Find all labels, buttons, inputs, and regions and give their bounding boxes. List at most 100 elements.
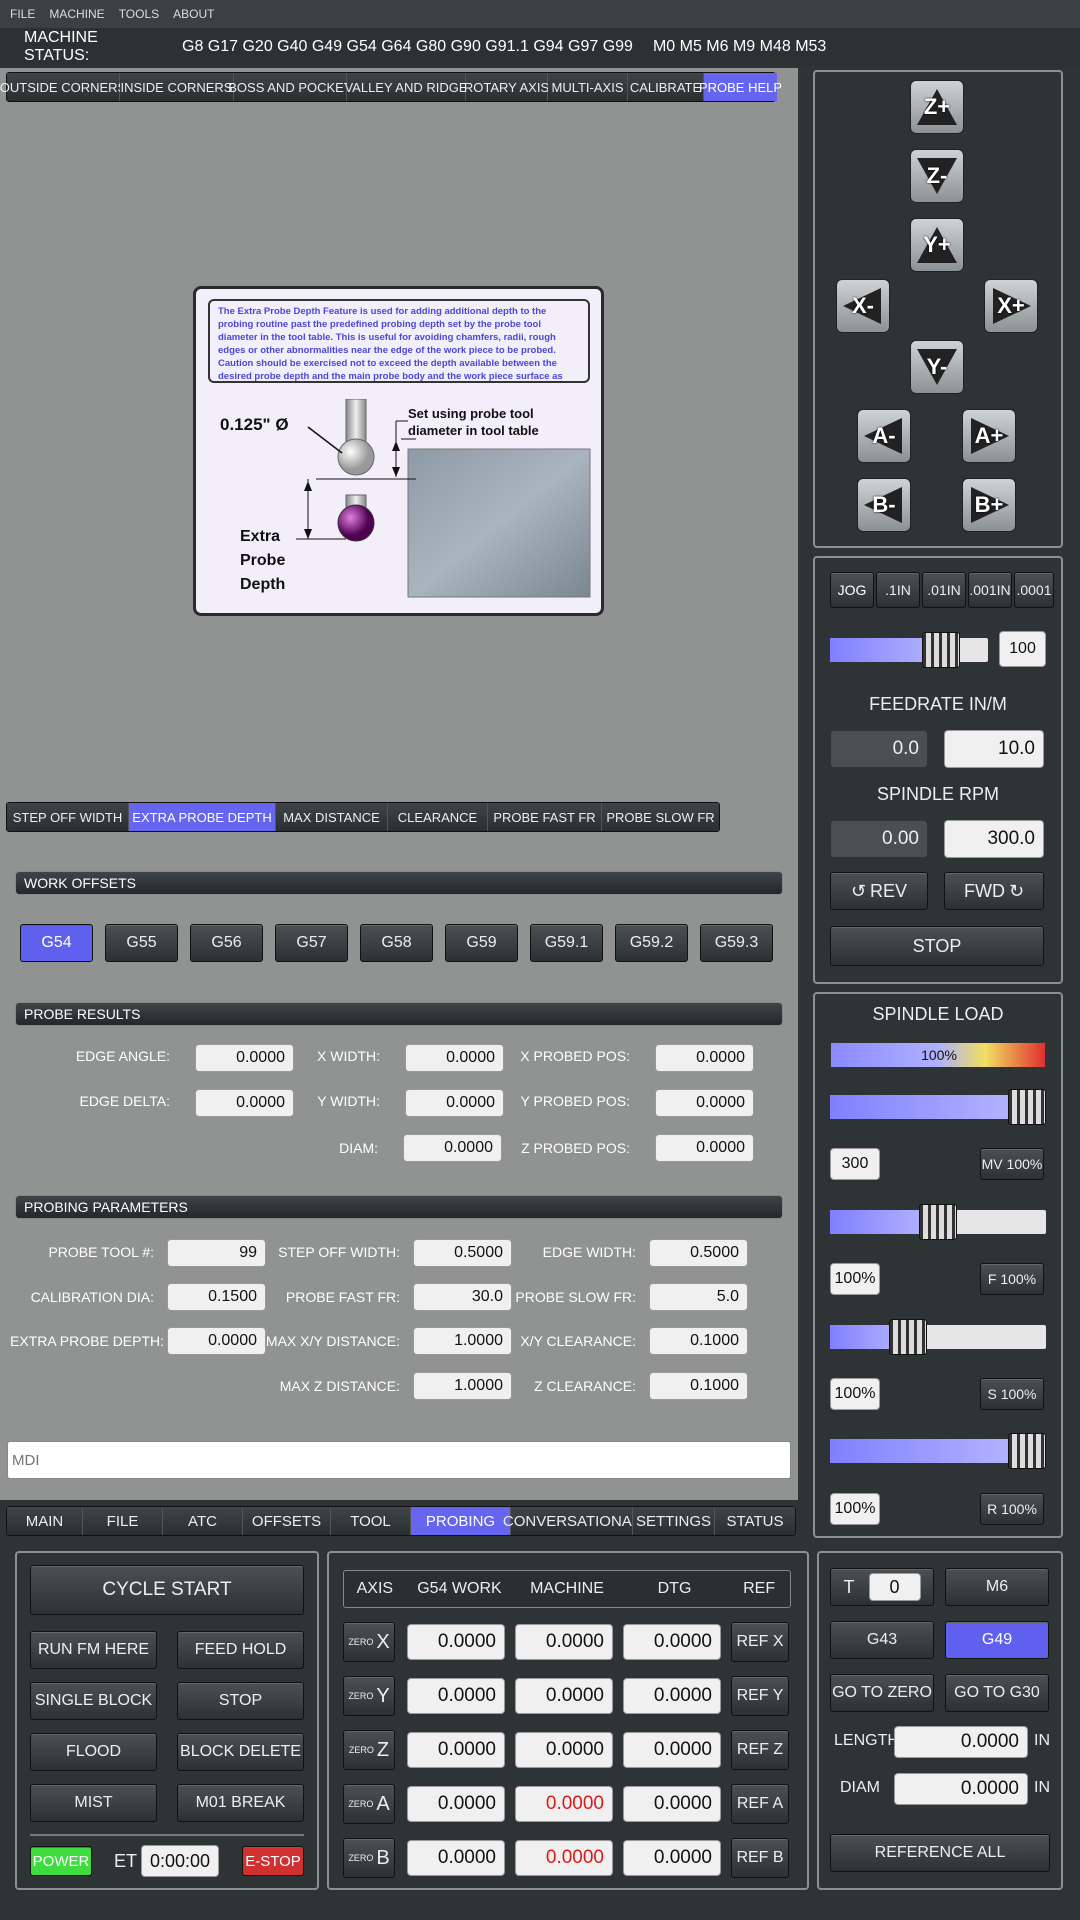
max-z-distance-input[interactable]: 1.0000: [413, 1372, 512, 1400]
zero-x-button[interactable]: ZERO X: [343, 1622, 395, 1662]
feed-override-reset-button[interactable]: F 100%: [980, 1263, 1044, 1295]
mv-override-reset-button[interactable]: MV 100%: [980, 1148, 1044, 1180]
spindle-fwd-button[interactable]: FWD ↻: [944, 872, 1044, 910]
z-work-position[interactable]: 0.0000: [407, 1732, 505, 1768]
jog-b-minus-button[interactable]: B-: [857, 478, 911, 532]
zero-b-button[interactable]: ZERO B: [343, 1838, 395, 1878]
tab-offsets[interactable]: OFFSETS: [243, 1507, 331, 1535]
jog-b-plus-button[interactable]: B+: [962, 478, 1016, 532]
mist-button[interactable]: MIST: [30, 1784, 157, 1822]
tab-probing[interactable]: PROBING: [411, 1507, 511, 1535]
mdi-input[interactable]: [7, 1441, 791, 1479]
tab-valley-and-ridge[interactable]: VALLEY AND RIDGE: [344, 73, 468, 101]
tab-atc[interactable]: ATC: [163, 1507, 243, 1535]
cycle-stop-button[interactable]: STOP: [177, 1682, 304, 1720]
jog-step-0001-button[interactable]: .001IN: [968, 572, 1012, 608]
subtab-step-off-width[interactable]: STEP OFF WIDTH: [7, 803, 129, 831]
tab-file[interactable]: FILE: [83, 1507, 163, 1535]
mv-override-slider[interactable]: [830, 1089, 1046, 1125]
menu-file[interactable]: FILE: [10, 7, 35, 21]
z-clearance-input[interactable]: 0.1000: [649, 1372, 748, 1400]
jog-rate-slider[interactable]: [830, 632, 988, 668]
jog-rate-handle[interactable]: [922, 632, 960, 668]
subtab-probe-slow-fr[interactable]: PROBE SLOW FR: [602, 803, 719, 831]
tab-status[interactable]: STATUS: [715, 1507, 795, 1535]
g49-button[interactable]: G49: [945, 1621, 1049, 1659]
calibration-dia-input[interactable]: 0.1500: [167, 1283, 266, 1311]
tab-rotary-axis[interactable]: ROTARY AXIS: [464, 73, 549, 101]
subtab-max-distance[interactable]: MAX DISTANCE: [276, 803, 388, 831]
spindle-override-handle[interactable]: [888, 1319, 927, 1355]
wcs-g59-1-button[interactable]: G59.1: [530, 924, 603, 962]
probe-fast-fr-input[interactable]: 30.0: [413, 1283, 512, 1311]
feedrate-input[interactable]: 10.0: [944, 730, 1044, 768]
feed-override-slider[interactable]: [830, 1204, 1046, 1240]
zero-a-button[interactable]: ZERO A: [343, 1784, 395, 1824]
feed-override-handle[interactable]: [919, 1204, 957, 1240]
reference-all-button[interactable]: REFERENCE ALL: [830, 1834, 1050, 1872]
tab-conversational[interactable]: CONVERSATIONAL: [503, 1507, 640, 1535]
xy-clearance-input[interactable]: 0.1000: [649, 1327, 748, 1355]
block-delete-button[interactable]: BLOCK DELETE: [177, 1733, 304, 1771]
rapid-override-reset-button[interactable]: R 100%: [980, 1493, 1044, 1525]
jog-a-plus-button[interactable]: A+: [962, 409, 1016, 463]
tab-boss-and-pocket[interactable]: BOSS AND POCKET: [228, 73, 352, 101]
subtab-clearance[interactable]: CLEARANCE: [388, 803, 488, 831]
rapid-override-handle[interactable]: [1008, 1433, 1046, 1469]
wcs-g59-2-button[interactable]: G59.2: [615, 924, 688, 962]
tab-outside-corners[interactable]: OUTSIDE CORNERS: [0, 73, 126, 101]
wcs-g58-button[interactable]: G58: [360, 924, 433, 962]
feed-hold-button[interactable]: FEED HOLD: [177, 1631, 304, 1669]
menu-about[interactable]: ABOUT: [173, 7, 214, 21]
estop-button[interactable]: E-STOP: [242, 1846, 304, 1876]
jog-y-minus-button[interactable]: Y-: [910, 340, 964, 394]
a-work-position[interactable]: 0.0000: [407, 1786, 505, 1822]
tab-probe-help[interactable]: PROBE HELP: [699, 73, 782, 101]
spindle-override-reset-button[interactable]: S 100%: [980, 1378, 1044, 1410]
jog-x-plus-button[interactable]: X+: [984, 279, 1038, 333]
wcs-g55-button[interactable]: G55: [105, 924, 178, 962]
jog-rate-field[interactable]: 100: [999, 631, 1046, 667]
jog-x-minus-button[interactable]: X-: [836, 279, 890, 333]
tab-main[interactable]: MAIN: [7, 1507, 83, 1535]
wcs-g59-3-button[interactable]: G59.3: [700, 924, 773, 962]
b-work-position[interactable]: 0.0000: [407, 1840, 505, 1876]
menu-machine[interactable]: MACHINE: [49, 7, 104, 21]
flood-button[interactable]: FLOOD: [30, 1733, 157, 1771]
subtab-probe-fast-fr[interactable]: PROBE FAST FR: [488, 803, 602, 831]
ref-a-button[interactable]: REF A: [731, 1784, 789, 1824]
tool-number-input[interactable]: 0: [868, 1573, 921, 1601]
single-block-button[interactable]: SINGLE BLOCK: [30, 1682, 157, 1720]
menu-tools[interactable]: TOOLS: [119, 7, 159, 21]
jog-step-001-button[interactable]: .01IN: [922, 572, 966, 608]
ref-y-button[interactable]: REF Y: [731, 1676, 789, 1716]
spindle-stop-button[interactable]: STOP: [830, 926, 1044, 966]
tab-multi-axis[interactable]: MULTI-AXIS: [548, 73, 628, 101]
y-work-position[interactable]: 0.0000: [407, 1678, 505, 1714]
subtab-extra-probe-depth[interactable]: EXTRA PROBE DEPTH: [129, 803, 276, 831]
x-work-position[interactable]: 0.0000: [407, 1624, 505, 1660]
tab-settings[interactable]: SETTINGS: [633, 1507, 715, 1535]
jog-z-minus-button[interactable]: Z-: [910, 149, 964, 203]
tab-tool[interactable]: TOOL: [331, 1507, 411, 1535]
step-off-width-input[interactable]: 0.5000: [413, 1239, 512, 1267]
m6-button[interactable]: M6: [945, 1568, 1049, 1606]
spindle-override-slider[interactable]: [830, 1319, 1046, 1355]
rapid-override-slider[interactable]: [830, 1433, 1046, 1469]
max-xy-distance-input[interactable]: 1.0000: [413, 1327, 512, 1355]
run-from-here-button[interactable]: RUN FM HERE: [30, 1631, 157, 1669]
probe-tool-input[interactable]: 99: [167, 1239, 266, 1267]
wcs-g59-button[interactable]: G59: [445, 924, 518, 962]
jog-a-minus-button[interactable]: A-: [857, 409, 911, 463]
jog-mode-button[interactable]: JOG: [830, 572, 874, 608]
go-to-g30-button[interactable]: GO TO G30: [945, 1674, 1049, 1712]
zero-z-button[interactable]: ZERO Z: [343, 1730, 395, 1770]
wcs-g56-button[interactable]: G56: [190, 924, 263, 962]
extra-probe-depth-input[interactable]: 0.0000: [167, 1327, 266, 1355]
ref-z-button[interactable]: REF Z: [731, 1730, 789, 1770]
ref-x-button[interactable]: REF X: [731, 1622, 789, 1662]
m01-break-button[interactable]: M01 BREAK: [177, 1784, 304, 1822]
spindle-rpm-input[interactable]: 300.0: [944, 820, 1044, 858]
jog-step-01-button[interactable]: .1IN: [876, 572, 920, 608]
zero-y-button[interactable]: ZERO Y: [343, 1676, 395, 1716]
